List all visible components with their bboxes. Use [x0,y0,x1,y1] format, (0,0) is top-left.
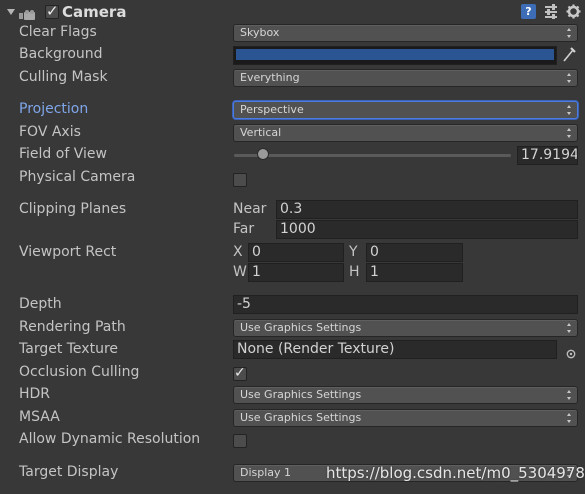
background-label: Background [19,46,103,62]
field-of-view-slider-track[interactable] [234,154,511,157]
culling-mask-dropdown[interactable]: Everything [233,69,578,87]
object-picker-icon[interactable] [566,344,576,359]
msaa-label: MSAA [19,409,60,425]
background-color-swatch [236,49,554,60]
physical-camera-label: Physical Camera [19,169,136,185]
dropdown-arrows-icon [567,390,572,400]
hdr-label: HDR [19,386,51,402]
viewport-h-input[interactable]: 1 [366,263,463,282]
culling-mask-label: Culling Mask [19,69,108,85]
component-header: ✓ Camera ? [0,0,585,24]
far-label: Far [233,221,255,237]
rendering-path-value: Use Graphics Settings [240,321,362,334]
projection-value: Perspective [240,103,304,116]
dropdown-arrows-icon [567,28,572,38]
preset-icon[interactable] [544,4,558,19]
dropdown-arrows-icon [567,323,572,333]
field-of-view-slider-thumb[interactable] [257,148,269,160]
viewport-y-label: Y [349,244,358,260]
depth-label: Depth [19,296,62,312]
background-color-field[interactable] [233,46,557,65]
fov-axis-value: Vertical [240,126,282,139]
msaa-dropdown[interactable]: Use Graphics Settings [233,409,578,427]
culling-mask-value: Everything [240,71,300,84]
target-display-value: Display 1 [240,466,292,479]
clipping-planes-label: Clipping Planes [19,201,127,217]
component-title: Camera [62,3,127,21]
clear-flags-dropdown[interactable]: Skybox [233,24,578,42]
target-texture-field[interactable]: None (Render Texture) [233,340,557,359]
gear-icon[interactable] [566,4,581,19]
viewport-x-label: X [233,244,243,260]
projection-dropdown[interactable]: Perspective [233,101,578,119]
occlusion-culling-checkbox[interactable] [233,365,247,381]
clear-flags-label: Clear Flags [19,24,97,40]
fov-axis-dropdown[interactable]: Vertical [233,124,578,142]
projection-label: Projection [19,101,89,117]
help-icon[interactable]: ? [521,4,536,19]
occlusion-culling-label: Occlusion Culling [19,364,140,380]
watermark-text: https://blog.csdn.net/m0_53049789 [326,464,585,482]
allow-dynamic-resolution-checkbox[interactable] [233,434,247,448]
target-texture-label: Target Texture [19,341,119,357]
field-of-view-label: Field of View [19,146,107,162]
foldout-arrow-icon[interactable] [7,9,15,15]
dropdown-arrows-icon [567,105,572,115]
fov-axis-label: FOV Axis [19,124,81,140]
dropdown-arrows-icon [567,128,572,138]
viewport-rect-label: Viewport Rect [19,244,117,260]
viewport-w-input[interactable]: 1 [248,263,344,282]
depth-input[interactable]: -5 [233,295,578,314]
eyedropper-icon[interactable] [561,46,577,64]
field-of-view-input[interactable]: 17.9194 [517,146,578,165]
component-enabled-checkbox[interactable]: ✓ [45,2,59,20]
viewport-w-label: W [233,264,247,280]
hdr-dropdown[interactable]: Use Graphics Settings [233,386,578,404]
viewport-x-input[interactable]: 0 [248,243,344,262]
allow-dynamic-resolution-label: Allow Dynamic Resolution [19,431,201,447]
near-label: Near [233,201,267,217]
dropdown-arrows-icon [567,73,572,83]
dropdown-arrows-icon [567,413,572,423]
msaa-value: Use Graphics Settings [240,411,362,424]
camera-icon [19,7,39,20]
far-input[interactable]: 1000 [276,220,578,239]
near-input[interactable]: 0.3 [276,200,578,219]
viewport-h-label: H [349,264,360,280]
physical-camera-checkbox[interactable] [233,173,247,187]
rendering-path-label: Rendering Path [19,319,126,335]
viewport-y-input[interactable]: 0 [366,243,463,262]
hdr-value: Use Graphics Settings [240,388,362,401]
target-display-label: Target Display [19,464,119,480]
clear-flags-value: Skybox [240,26,280,39]
rendering-path-dropdown[interactable]: Use Graphics Settings [233,319,578,337]
